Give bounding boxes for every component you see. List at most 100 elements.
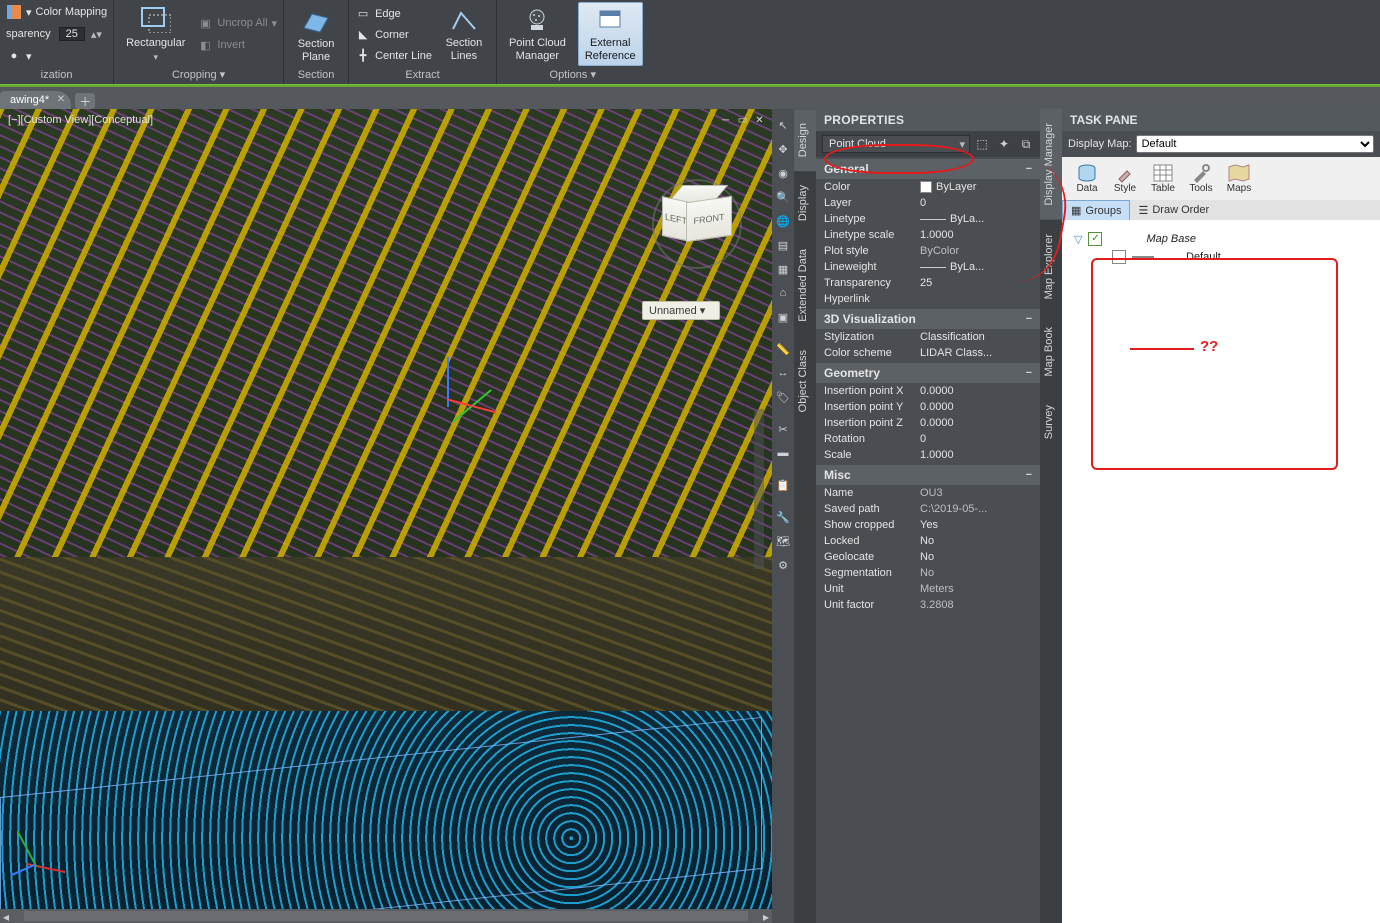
orbit-tool-icon[interactable]: ◉	[774, 162, 792, 184]
home-icon[interactable]: ⌂	[774, 282, 792, 304]
tab-groups[interactable]: ▦Groups	[1062, 200, 1130, 220]
nav-slider[interactable]	[754, 409, 764, 569]
cursor-tool-icon[interactable]: ↖	[774, 114, 792, 136]
wrench-icon[interactable]: 🔧	[774, 506, 792, 528]
expand-icon[interactable]: ▽	[1074, 233, 1082, 246]
section-misc[interactable]: Misc−	[816, 465, 1040, 485]
point-cloud-manager-button[interactable]: Point Cloud Manager	[503, 3, 572, 64]
cube[interactable]: LEFT FRONT	[662, 185, 732, 245]
viewport-label[interactable]: [−][Custom View][Conceptual]	[8, 114, 153, 126]
prop-iy-value[interactable]: 0.0000	[920, 401, 1032, 413]
object-type-dropdown[interactable]: Point Cloud	[822, 135, 970, 153]
external-reference-button[interactable]: External Reference	[578, 2, 643, 65]
layers-icon[interactable]: ▤	[774, 234, 792, 256]
viewcube[interactable]: LEFT FRONT	[652, 179, 742, 269]
globe-icon[interactable]: 🌐	[774, 210, 792, 232]
sidetab-object-class[interactable]: Object Class	[794, 336, 816, 426]
corner-button[interactable]: ◣Corner	[355, 25, 432, 45]
checkbox-checked-icon[interactable]: ✓	[1088, 232, 1102, 246]
sidetab-design[interactable]: Design	[794, 109, 816, 171]
transparency-control[interactable]: sparency 25 ▴▾	[6, 24, 102, 44]
tool-tools[interactable]: Tools	[1184, 163, 1218, 194]
properties-icon[interactable]: 📋	[774, 474, 792, 496]
sidetab-survey[interactable]: Survey	[1040, 391, 1062, 453]
section-icon[interactable]: ▬	[774, 442, 792, 464]
prop-ix-value[interactable]: 0.0000	[920, 385, 1032, 397]
prop-path-value[interactable]: C:\2019-05-...	[920, 503, 1032, 515]
prop-stylization-value[interactable]: Classification	[920, 331, 1032, 343]
group-footer-cropping[interactable]: Cropping ▾	[120, 66, 277, 84]
edge-button[interactable]: ▭Edge	[355, 4, 432, 24]
dimension-icon[interactable]: ↔	[774, 362, 792, 384]
section-lines-button[interactable]: Section Lines	[438, 5, 490, 64]
close-icon[interactable]: ✕	[753, 115, 766, 126]
prop-linetype-value[interactable]: ByLa...	[920, 213, 1032, 225]
cube-front[interactable]: FRONT	[686, 196, 732, 242]
restore-icon[interactable]: ▭	[736, 115, 749, 126]
section-plane-button[interactable]: Section Plane	[290, 4, 342, 65]
sidetab-extended-data[interactable]: Extended Data	[794, 235, 816, 336]
scroll-left-icon[interactable]: ◂	[0, 910, 12, 922]
section-geometry[interactable]: Geometry−	[816, 363, 1040, 383]
tool-data[interactable]: Data	[1070, 163, 1104, 194]
section-general[interactable]: General−	[816, 159, 1040, 179]
display-map-select[interactable]: Default	[1136, 135, 1374, 153]
new-tab-button[interactable]: ＋	[75, 93, 95, 109]
prop-rotation-value[interactable]: 0	[920, 433, 1032, 445]
prop-colorscheme-value[interactable]: LIDAR Class...	[920, 347, 1032, 359]
select-tool-icon[interactable]: ▦	[774, 258, 792, 280]
pick-add-icon[interactable]: ⧉	[1018, 136, 1034, 152]
sidetab-display-manager[interactable]: Display Manager	[1040, 109, 1062, 220]
scrollbar-track[interactable]	[24, 911, 748, 921]
sidetab-map-explorer[interactable]: Map Explorer	[1040, 220, 1062, 313]
tool-maps[interactable]: Maps	[1222, 163, 1256, 194]
collapse-icon[interactable]: −	[1026, 163, 1032, 175]
ucs-icon[interactable]	[16, 827, 76, 887]
map-icon[interactable]: 🗺	[774, 530, 792, 552]
prop-scale-value[interactable]: 1.0000	[920, 449, 1032, 461]
tag-icon[interactable]: 🏷	[774, 386, 792, 408]
zoom-tool-icon[interactable]: 🔍	[774, 186, 792, 208]
prop-color-value[interactable]: ByLayer	[920, 181, 1032, 193]
sidetab-map-book[interactable]: Map Book	[1040, 313, 1062, 391]
document-tab[interactable]: awing4* ✕	[0, 91, 71, 109]
tab-draw-order[interactable]: ☰Draw Order	[1130, 200, 1217, 220]
scrollbar-horizontal[interactable]: ◂ ▸	[0, 909, 772, 923]
collapse-icon[interactable]: −	[1026, 367, 1032, 379]
prop-lineweight-value[interactable]: ByLa...	[920, 261, 1032, 273]
gear-icon[interactable]: ⚙	[774, 554, 792, 576]
prop-name-value[interactable]: OU3	[920, 487, 1032, 499]
centerline-button[interactable]: ╋Center Line	[355, 46, 432, 66]
group-footer-options[interactable]: Options ▾	[503, 66, 643, 84]
color-mapping-button[interactable]: ▾ Color Mapping	[6, 2, 107, 22]
viewport[interactable]: [−][Custom View][Conceptual] ─ ▭ ✕ Unnam…	[0, 109, 772, 923]
transparency-value[interactable]: 25	[59, 27, 85, 41]
tool-style[interactable]: Style	[1108, 163, 1142, 194]
rectangular-button[interactable]: Rectangular ▾	[120, 3, 191, 65]
crop-icon[interactable]: ✂	[774, 418, 792, 440]
tool-table[interactable]: Table	[1146, 163, 1180, 194]
quick-select-icon[interactable]: ⬚	[974, 136, 990, 152]
prop-geolocate-value[interactable]: No	[920, 551, 1032, 563]
prop-layer-value[interactable]: 0	[920, 197, 1032, 209]
close-icon[interactable]: ✕	[57, 94, 65, 105]
prop-ltscale-value[interactable]: 1.0000	[920, 229, 1032, 241]
prop-locked-value[interactable]: No	[920, 535, 1032, 547]
prop-plotstyle-value[interactable]: ByColor	[920, 245, 1032, 257]
prop-showcropped-value[interactable]: Yes	[920, 519, 1032, 531]
minimize-icon[interactable]: ─	[719, 115, 732, 126]
scroll-right-icon[interactable]: ▸	[760, 910, 772, 922]
collapse-icon[interactable]: −	[1026, 469, 1032, 481]
axis-gizmo[interactable]	[427, 357, 507, 437]
tree-row-mapbase[interactable]: ▽ ✓ Map Base	[1074, 230, 1368, 248]
section-3dviz[interactable]: 3D Visualization−	[816, 309, 1040, 329]
prop-hyperlink-value[interactable]	[920, 293, 1032, 305]
prop-transparency-value[interactable]: 25	[920, 277, 1032, 289]
prop-iz-value[interactable]: 0.0000	[920, 417, 1032, 429]
shape-dropdown[interactable]: ●▾	[6, 46, 32, 66]
measure-icon[interactable]: 📏	[774, 338, 792, 360]
select-objects-icon[interactable]: ✦	[996, 136, 1012, 152]
grid-icon[interactable]: ▣	[774, 306, 792, 328]
sidetab-display[interactable]: Display	[794, 171, 816, 235]
pan-tool-icon[interactable]: ✥	[774, 138, 792, 160]
